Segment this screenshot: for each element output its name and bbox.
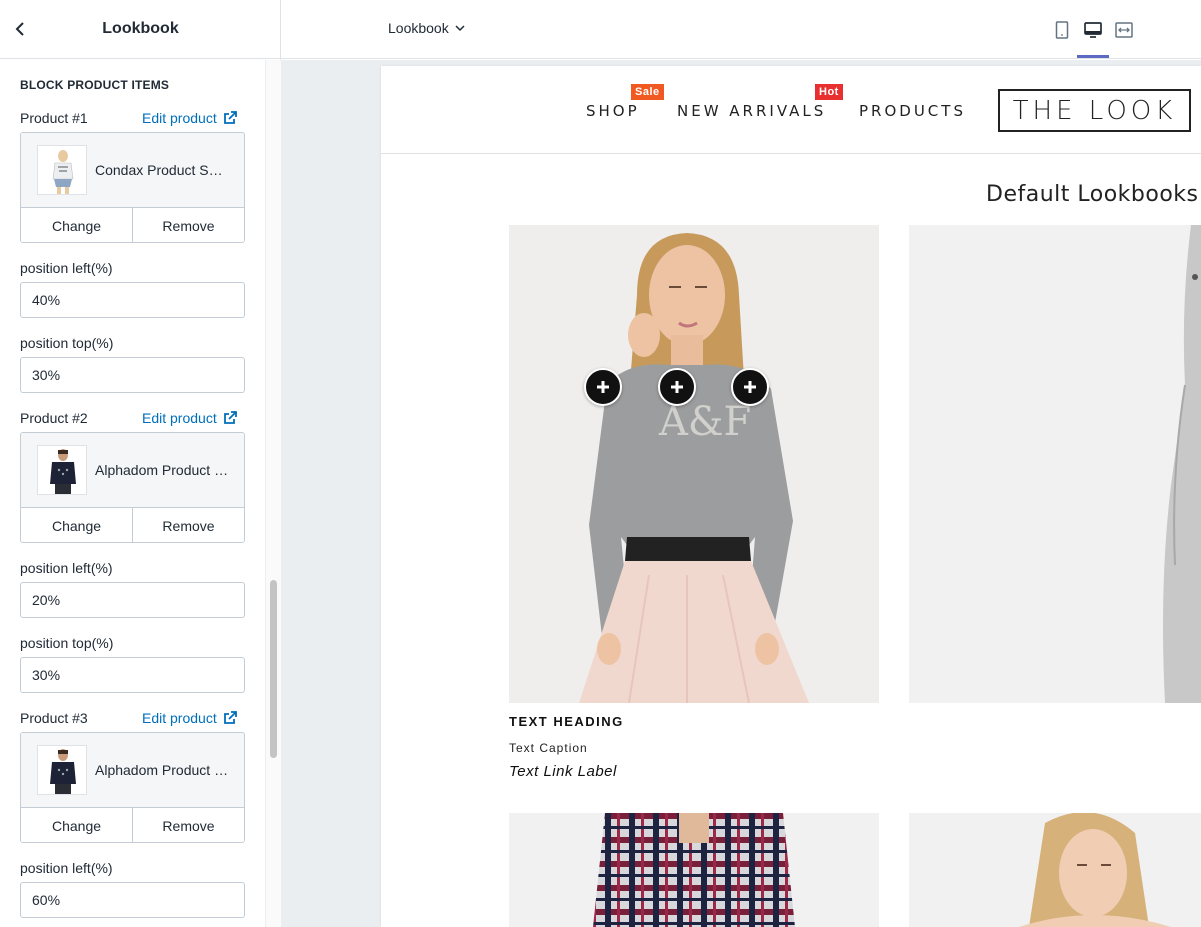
chevron-down-icon: [455, 24, 465, 31]
mobile-view-button[interactable]: [1050, 18, 1074, 42]
position-top-input[interactable]: 30%: [20, 357, 245, 393]
product-thumbnail: [37, 145, 87, 195]
store-preview[interactable]: Sale SHOP Hot NEW ARRIVALS PRODUCTS THE …: [381, 66, 1201, 927]
lookbook-text-caption: Text Caption: [509, 741, 588, 755]
section-title: BLOCK PRODUCT ITEMS: [20, 78, 170, 92]
sidebar-scrollbar[interactable]: [265, 60, 281, 927]
position-top-label: position top(%): [20, 335, 114, 351]
lookbook-text-heading: TEXT HEADING: [509, 714, 624, 729]
product-name: Alphadom Product Sample: [95, 762, 229, 778]
editor-sidebar: Lookbook BLOCK PRODUCT ITEMS Product #1 …: [0, 0, 281, 927]
edit-product-1-link[interactable]: Edit product: [142, 110, 237, 126]
page-selector-label: Lookbook: [388, 20, 449, 36]
nav-item-products[interactable]: PRODUCTS: [859, 102, 966, 120]
lookbook-image-1: A&F: [509, 225, 879, 703]
full-width-view-button[interactable]: [1112, 18, 1136, 42]
hotspot-plus-button[interactable]: [584, 368, 622, 406]
position-left-label: position left(%): [20, 560, 113, 576]
store-logo[interactable]: THE LOOK: [998, 89, 1191, 132]
position-left-label: position left(%): [20, 260, 113, 276]
active-view-indicator: [1077, 55, 1109, 58]
product-name: Condax Product Sample: [95, 162, 229, 178]
store-header: Sale SHOP Hot NEW ARRIVALS PRODUCTS THE …: [381, 66, 1201, 154]
chevron-left-icon: [15, 22, 24, 36]
edit-product-label: Edit product: [142, 410, 217, 426]
remove-product-button[interactable]: Remove: [132, 208, 244, 242]
product-thumbnail: [37, 745, 87, 795]
product-2-card: Alphadom Product Sample Change Remove: [20, 432, 245, 543]
product-1-card: Condax Product Sample Change Remove: [20, 132, 245, 243]
sidebar-title: Lookbook: [102, 20, 179, 37]
product-2-label: Product #2: [20, 410, 88, 426]
external-link-icon: [223, 111, 237, 124]
back-button[interactable]: [8, 17, 32, 41]
nav-item-new-arrivals[interactable]: NEW ARRIVALS: [677, 102, 826, 120]
full-width-view-icon: [1115, 22, 1133, 38]
desktop-view-icon: [1084, 22, 1102, 38]
edit-product-2-link[interactable]: Edit product: [142, 410, 237, 426]
product-name: Alphadom Product Sample: [95, 462, 229, 478]
mobile-view-icon: [1055, 21, 1069, 39]
sidebar-content[interactable]: BLOCK PRODUCT ITEMS Product #1 Edit prod…: [0, 60, 265, 927]
lookbook-image-2: [909, 225, 1201, 703]
position-left-input[interactable]: 20%: [20, 582, 245, 618]
plus-icon: [597, 381, 609, 393]
desktop-view-button[interactable]: [1081, 18, 1105, 42]
change-product-button[interactable]: Change: [21, 208, 132, 242]
position-top-label: position top(%): [20, 635, 114, 651]
external-link-icon: [223, 711, 237, 724]
product-3-label: Product #3: [20, 710, 88, 726]
lookbook-image-4: [909, 813, 1201, 927]
remove-product-button[interactable]: Remove: [132, 508, 244, 542]
plus-icon: [744, 381, 756, 393]
nav-badge-sale: Sale: [631, 84, 664, 100]
edit-product-label: Edit product: [142, 110, 217, 126]
scrollbar-thumb[interactable]: [270, 580, 277, 758]
lookbook-image-3: [509, 813, 879, 927]
change-product-button[interactable]: Change: [21, 508, 132, 542]
remove-product-button[interactable]: Remove: [132, 808, 244, 842]
position-top-input[interactable]: 30%: [20, 657, 245, 693]
hotspot-plus-button[interactable]: [731, 368, 769, 406]
product-thumbnail: [37, 445, 87, 495]
external-link-icon: [223, 411, 237, 424]
editor-topbar: Lookbook: [281, 0, 1201, 59]
nav-badge-hot: Hot: [815, 84, 843, 100]
lookbook-text-link[interactable]: Text Link Label: [509, 763, 617, 780]
svg-text:A&F: A&F: [658, 399, 751, 445]
lookbook-section-title: Default Lookbooks: [986, 182, 1199, 207]
page-selector[interactable]: Lookbook: [388, 20, 465, 36]
position-left-input[interactable]: 40%: [20, 282, 245, 318]
change-product-button[interactable]: Change: [21, 808, 132, 842]
position-left-label: position left(%): [20, 860, 113, 876]
nav-item-shop[interactable]: SHOP: [586, 102, 640, 120]
plus-icon: [671, 381, 683, 393]
edit-product-3-link[interactable]: Edit product: [142, 710, 237, 726]
sidebar-header: Lookbook: [0, 0, 281, 59]
edit-product-label: Edit product: [142, 710, 217, 726]
hotspot-plus-button[interactable]: [658, 368, 696, 406]
product-1-label: Product #1: [20, 110, 88, 126]
position-left-input[interactable]: 60%: [20, 882, 245, 918]
product-3-card: Alphadom Product Sample Change Remove: [20, 732, 245, 843]
